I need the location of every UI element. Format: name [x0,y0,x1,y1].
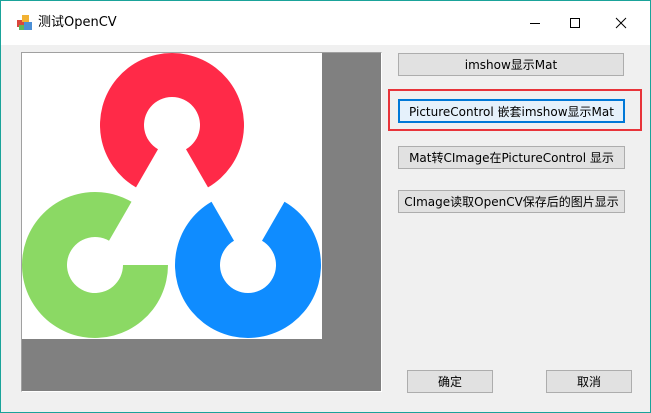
opencv-logo-image [22,53,321,339]
cancel-button[interactable]: 取消 [546,370,632,393]
dialog-client-area: imshow显示Mat PictureControl 嵌套imshow显示Mat… [1,45,650,412]
title-bar[interactable]: 测试OpenCV [1,1,650,45]
app-icon [16,14,34,32]
blue-ring-shape [175,201,321,339]
imshow-display-mat-button[interactable]: imshow显示Mat [398,53,624,76]
window-title: 测试OpenCV [38,15,117,30]
minimize-icon [530,23,540,24]
cimage-read-opencv-button[interactable]: CImage读取OpenCV保存后的图片显示 [398,190,625,213]
picture-control[interactable] [21,52,382,392]
mat-to-cimage-button[interactable]: Mat转CImage在PictureControl 显示 [398,146,625,169]
close-icon [615,17,627,29]
maximize-button[interactable] [552,1,598,45]
red-ring-shape [99,53,244,188]
main-window: 测试OpenCV imshow显示Mat PictureControl 嵌套im… [0,0,651,413]
green-ring-shape [22,192,168,338]
ok-button[interactable]: 确定 [407,370,493,393]
close-button[interactable] [598,1,644,45]
maximize-icon [570,18,580,28]
picturecontrol-imshow-button[interactable]: PictureControl 嵌套imshow显示Mat [398,99,625,123]
displayed-image [22,53,322,339]
